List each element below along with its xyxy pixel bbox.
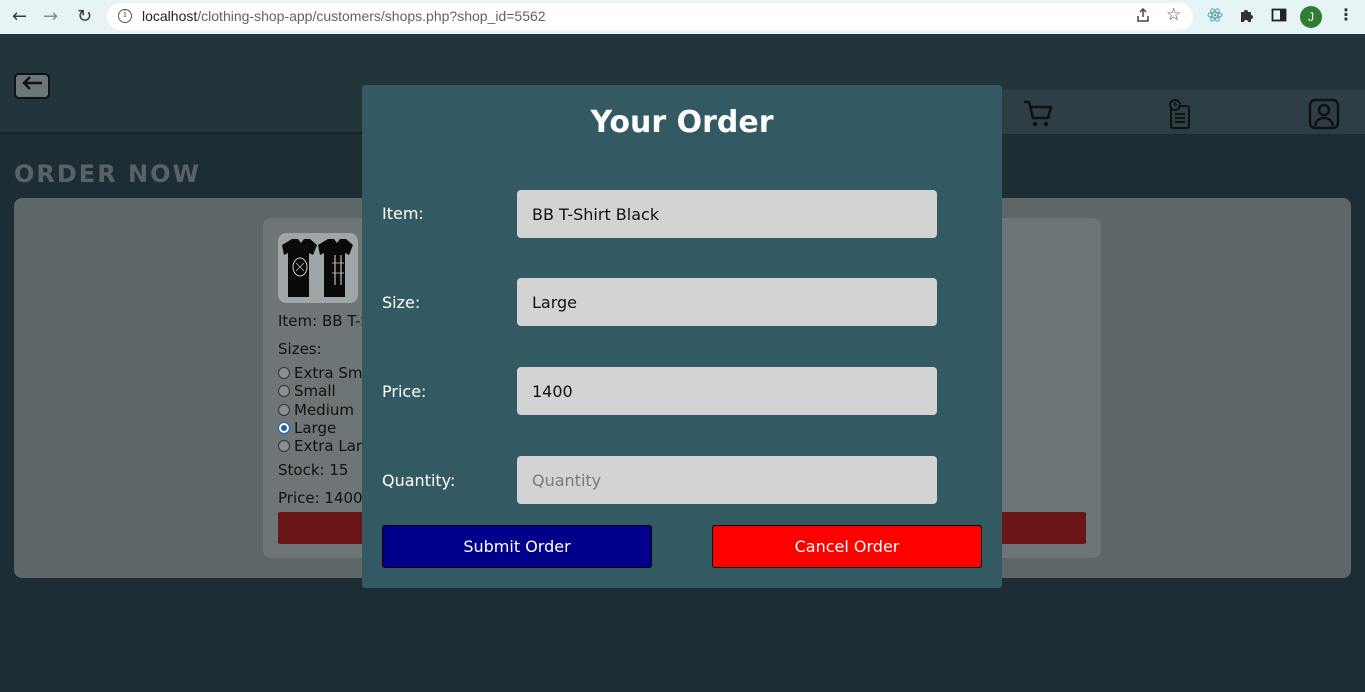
- size-field-label: Size:: [382, 293, 421, 312]
- product-price-label: Price: 1400: [278, 489, 363, 507]
- radio-button[interactable]: [278, 440, 290, 452]
- bookmark-star-icon[interactable]: ☆: [1166, 5, 1181, 25]
- size-option-label: Medium: [294, 401, 354, 419]
- size-option-extra-small[interactable]: Extra Sma: [278, 364, 372, 382]
- url-path: /clothing-shop-app/customers/shops.php?s…: [197, 8, 546, 24]
- size-option-label: Extra Larg: [294, 437, 372, 455]
- side-panel-icon[interactable]: [1271, 7, 1287, 27]
- radio-button[interactable]: [278, 367, 290, 379]
- site-info-icon[interactable]: i: [118, 9, 132, 23]
- radio-button[interactable]: [278, 385, 290, 397]
- profile-avatar[interactable]: J: [1300, 6, 1322, 28]
- react-devtools-icon[interactable]: [1207, 7, 1223, 27]
- order-history-icon[interactable]: [1165, 98, 1197, 130]
- quantity-field[interactable]: [517, 456, 937, 504]
- cart-icon[interactable]: [1022, 98, 1054, 130]
- price-field[interactable]: [517, 367, 937, 415]
- modal-title: Your Order: [590, 105, 774, 140]
- product-stock-label: Stock: 15: [278, 461, 349, 479]
- reload-icon[interactable]: ↻: [77, 6, 92, 27]
- address-bar[interactable]: i localhost/clothing-shop-app/customers/…: [107, 3, 1193, 30]
- page-title: ORDER NOW: [14, 160, 201, 188]
- submit-order-button[interactable]: Submit Order: [382, 525, 652, 568]
- profile-icon[interactable]: [1308, 98, 1340, 130]
- product-sizes-label: Sizes:: [278, 340, 322, 358]
- menu-kebab-icon[interactable]: ⋮: [1338, 5, 1354, 24]
- product-image: [278, 233, 358, 303]
- size-option-label: Small: [294, 382, 336, 400]
- size-option-label: Large: [294, 419, 337, 437]
- radio-button-checked[interactable]: [278, 422, 290, 434]
- size-option-medium[interactable]: Medium: [278, 401, 354, 419]
- item-field-label: Item:: [382, 204, 424, 223]
- item-field[interactable]: [517, 190, 937, 238]
- back-arrow-icon[interactable]: ←: [12, 6, 27, 27]
- radio-button[interactable]: [278, 404, 290, 416]
- browser-toolbar: ← → ↻ i localhost/clothing-shop-app/cust…: [0, 0, 1365, 34]
- forward-arrow-icon[interactable]: →: [43, 6, 58, 27]
- size-option-label: Extra Sma: [294, 364, 372, 382]
- product-item-label: Item: BB T-S: [278, 312, 371, 330]
- share-icon[interactable]: [1135, 7, 1151, 27]
- price-field-label: Price:: [382, 382, 427, 401]
- extensions-puzzle-icon[interactable]: [1239, 7, 1255, 27]
- size-field[interactable]: [517, 278, 937, 326]
- url-host: localhost: [142, 8, 198, 24]
- left-arrow-icon: [22, 76, 42, 90]
- back-button[interactable]: [14, 73, 50, 99]
- size-option-small[interactable]: Small: [278, 382, 336, 400]
- order-modal: Your Order Item: Size: Price: Quantity: …: [362, 85, 1002, 588]
- quantity-field-label: Quantity:: [382, 471, 456, 490]
- size-option-large[interactable]: Large: [278, 419, 336, 437]
- nav-bar: [990, 90, 1365, 134]
- url-text: localhost/clothing-shop-app/customers/sh…: [142, 8, 546, 24]
- cancel-order-button[interactable]: Cancel Order: [712, 525, 982, 568]
- size-option-extra-large[interactable]: Extra Larg: [278, 437, 371, 455]
